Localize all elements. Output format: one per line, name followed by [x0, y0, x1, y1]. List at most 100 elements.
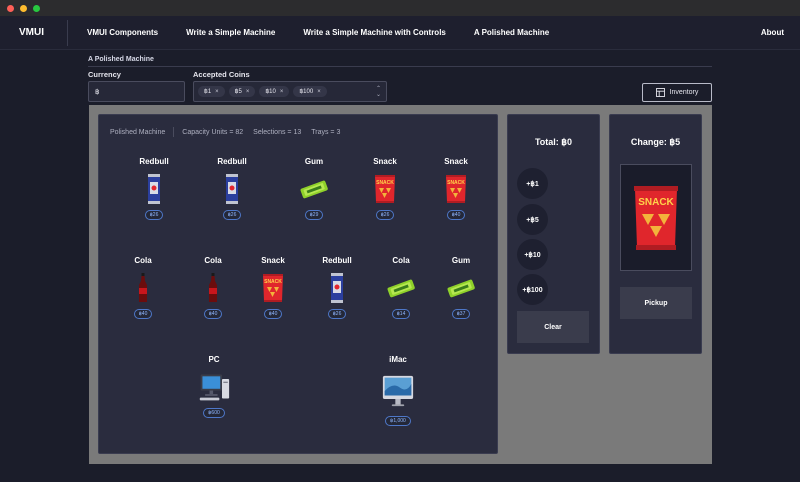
coins-label: Accepted Coins — [193, 70, 250, 79]
price-badge: ฿26 — [144, 210, 164, 220]
product-name: Redbull — [217, 157, 247, 166]
app-window: VMUI VMUI Components Write a Simple Mach… — [0, 0, 800, 482]
currency-input[interactable] — [88, 81, 185, 102]
coin-chip: ฿5 × — [228, 86, 256, 97]
capacity-units: Capacity Units = 82 — [182, 128, 244, 136]
product-slot[interactable]: Cola ฿14 — [371, 256, 431, 319]
nav-link-vmui-components[interactable]: VMUI Components — [73, 28, 172, 37]
imac-icon — [382, 370, 414, 412]
snack-bag-icon: SNACK — [257, 271, 289, 305]
total-display: Total: ฿0 — [534, 137, 573, 147]
product-slot[interactable]: Snack SNACK ฿40 — [243, 256, 303, 319]
table-icon — [655, 88, 665, 97]
trays-count: Trays = 3 — [311, 128, 341, 136]
clear-button[interactable]: Clear — [517, 311, 589, 343]
product-slot[interactable]: Snack SNACK ฿26 — [355, 157, 415, 220]
nav-link-simple-machine-controls[interactable]: Write a Simple Machine with Controls — [289, 28, 460, 37]
price-badge: ฿40 — [203, 309, 223, 319]
product-name: Redbull — [139, 157, 169, 166]
change-panel: Change: ฿5 SNACK Pickup — [609, 114, 702, 354]
nav-link-polished-machine[interactable]: A Polished Machine — [460, 28, 563, 37]
product-name: PC — [208, 355, 220, 364]
nav-link-simple-machine[interactable]: Write a Simple Machine — [172, 28, 289, 37]
product-slot[interactable]: Snack SNACK ฿40 — [426, 157, 486, 220]
currency-group: Currency — [88, 70, 185, 102]
price-badge: ฿14 — [391, 309, 411, 319]
product-slot[interactable]: iMac ฿1,000 — [368, 355, 428, 426]
price-badge: ฿26 — [375, 210, 395, 220]
change-display: Change: ฿5 — [630, 137, 681, 147]
cola-bottle-icon — [197, 271, 229, 305]
coin-chip: ฿10 × — [259, 86, 290, 97]
product-name: Snack — [444, 157, 468, 166]
product-name: Cola — [134, 256, 152, 265]
coin-chip-label: ฿100 — [299, 89, 314, 95]
top-navbar: VMUI VMUI Components Write a Simple Mach… — [0, 16, 800, 50]
currency-label: Currency — [88, 70, 121, 79]
add-coin-100-button[interactable]: +฿100 — [517, 274, 548, 305]
page-header: A Polished Machine Currency Accepted Coi… — [88, 56, 712, 102]
product-name: Snack — [261, 256, 285, 265]
redbull-can-icon — [138, 172, 170, 206]
coin-chip: ฿100 × — [293, 86, 327, 97]
accepted-coins-select[interactable]: ฿1 × ฿5 × ฿10 × ฿100 × ⌃ ⌄ — [193, 81, 387, 102]
close-window-button[interactable] — [7, 4, 14, 12]
product-slot[interactable]: Redbull ฿26 — [124, 157, 184, 220]
price-badge: ฿40 — [446, 210, 466, 220]
product-slot[interactable]: Cola ฿40 — [183, 256, 243, 319]
nav-links: VMUI Components Write a Simple Machine W… — [73, 28, 563, 37]
coin-chip-label: ฿5 — [234, 89, 242, 95]
dispense-tray: SNACK — [620, 164, 692, 271]
product-name: Gum — [304, 157, 324, 166]
remove-chip-icon[interactable]: × — [280, 89, 284, 95]
price-badge: ฿37 — [451, 309, 471, 319]
tray-panel: Polished Machine Capacity Units = 82 Sel… — [98, 114, 498, 454]
cola-bottle-icon — [127, 271, 159, 305]
gum-pack-icon — [445, 271, 477, 305]
maximize-window-button[interactable] — [33, 4, 40, 12]
price-badge: ฿40 — [263, 309, 283, 319]
remove-chip-icon[interactable]: × — [246, 89, 250, 95]
snack-bag-icon: SNACK — [634, 185, 678, 250]
add-coin-1-button[interactable]: +฿1 — [517, 168, 548, 199]
redbull-can-icon — [216, 172, 248, 206]
pickup-button[interactable]: Pickup — [620, 287, 692, 319]
snack-bag-icon: SNACK — [369, 172, 401, 206]
product-slot[interactable]: Redbull ฿26 — [307, 256, 367, 319]
pc-icon — [198, 370, 230, 404]
controls-row: Currency Accepted Coins ฿1× ฿5× ฿10× ฿10… — [88, 70, 712, 102]
price-badge: ฿29 — [304, 210, 324, 220]
add-coin-5-button[interactable]: +฿5 — [517, 204, 548, 235]
price-badge: ฿600 — [203, 408, 225, 418]
product-slot[interactable]: PC ฿600 — [184, 355, 244, 418]
remove-chip-icon[interactable]: × — [215, 89, 219, 95]
snack-bag-icon: SNACK — [440, 172, 472, 206]
product-slot[interactable]: Redbull ฿26 — [202, 157, 262, 220]
product-slot[interactable]: Cola ฿40 — [113, 256, 173, 319]
coin-chip: ฿1 × — [198, 86, 225, 97]
inventory-button[interactable]: Inventory — [642, 83, 712, 102]
nav-link-about[interactable]: About — [761, 28, 784, 37]
product-slot[interactable]: Gum ฿29 — [284, 157, 344, 220]
gum-pack-icon — [385, 271, 417, 305]
product-name: Snack — [373, 157, 397, 166]
title-bar — [0, 0, 800, 16]
minimize-window-button[interactable] — [20, 4, 27, 12]
price-badge: ฿40 — [133, 309, 153, 319]
chevron-up-down-icon[interactable]: ⌃ ⌄ — [376, 86, 381, 98]
product-slot[interactable]: Gum ฿37 — [431, 256, 491, 319]
remove-chip-icon[interactable]: × — [317, 89, 321, 95]
coin-chip-label: ฿1 — [204, 89, 212, 95]
snack-label: SNACK — [638, 197, 674, 208]
stats-divider — [173, 127, 175, 137]
section-title: A Polished Machine — [88, 56, 712, 67]
gum-pack-icon — [298, 172, 330, 206]
product-name: Cola — [204, 256, 222, 265]
redbull-can-icon — [321, 271, 353, 305]
selections-count: Selections = 13 — [253, 128, 302, 136]
product-name: Redbull — [322, 256, 352, 265]
coin-panel: Total: ฿0 +฿1 +฿5 +฿10 +฿100 Clear — [507, 114, 600, 354]
price-badge: ฿26 — [327, 309, 347, 319]
brand-link[interactable]: VMUI — [0, 19, 68, 46]
add-coin-10-button[interactable]: +฿10 — [517, 239, 548, 270]
